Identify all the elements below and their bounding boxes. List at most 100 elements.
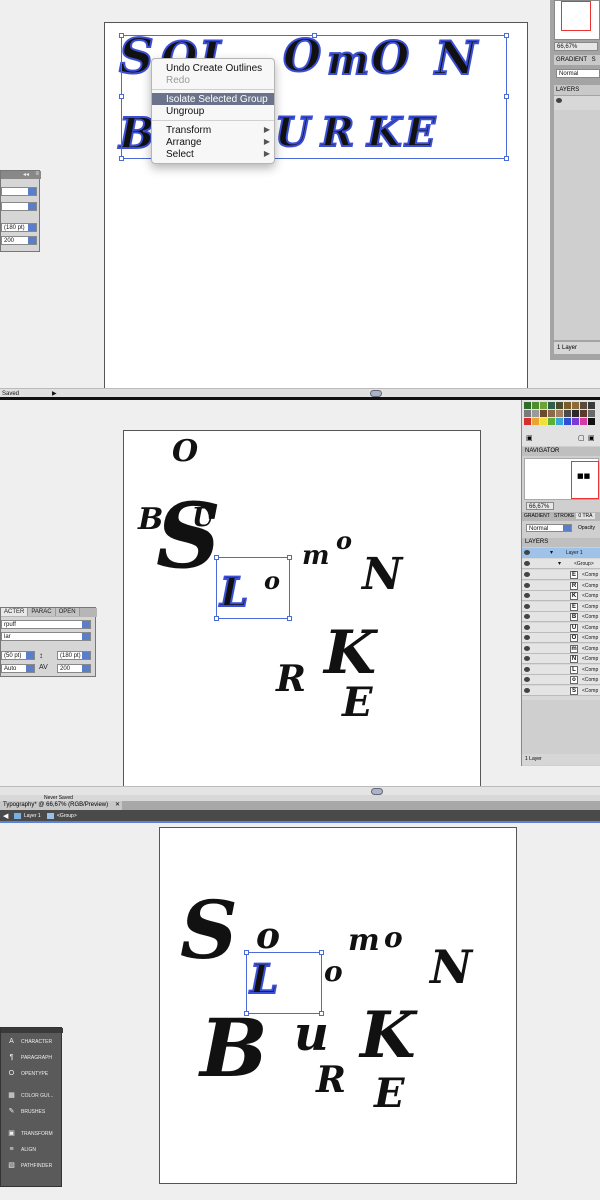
layer-row-compound-path[interactable]: U <Comp xyxy=(522,622,600,633)
breadcrumb-layer[interactable]: Layer 1 xyxy=(24,810,41,823)
layer-row-compound-path[interactable]: B <Comp xyxy=(522,612,600,622)
resize-handle[interactable] xyxy=(119,94,124,99)
menu-item-ungroup[interactable]: Ungroup xyxy=(152,105,274,117)
layer-row-compound-path[interactable]: K <Comp xyxy=(522,591,600,601)
back-arrow-icon[interactable]: ◀ xyxy=(3,810,8,823)
breadcrumb-group[interactable]: <Group> xyxy=(57,810,77,823)
eye-icon[interactable] xyxy=(524,582,530,588)
resize-handle[interactable] xyxy=(319,1011,324,1016)
resize-handle[interactable] xyxy=(504,33,509,38)
resize-handle[interactable] xyxy=(214,616,219,621)
chevron-down-icon[interactable] xyxy=(28,203,36,210)
swatch-grid[interactable] xyxy=(524,402,599,430)
layer-row-layer-1[interactable]: ▾ Layer 1 xyxy=(522,548,600,558)
eye-icon[interactable] xyxy=(524,666,530,672)
chevron-down-icon[interactable] xyxy=(82,633,90,640)
selection-bounding-box[interactable] xyxy=(244,950,324,1016)
tab-opentype[interactable]: OPEN xyxy=(55,608,80,616)
horizontal-scroll-thumb[interactable] xyxy=(371,788,383,795)
resize-handle[interactable] xyxy=(319,950,324,955)
blend-mode-field[interactable]: Normal xyxy=(526,524,572,532)
layer-row[interactable] xyxy=(554,96,600,110)
eye-icon[interactable] xyxy=(556,98,562,103)
chevron-down-icon[interactable] xyxy=(26,665,34,672)
layer-row-compound-path[interactable]: E <Comp xyxy=(522,570,600,580)
resize-handle[interactable] xyxy=(287,555,292,560)
kerning-field[interactable]: Auto xyxy=(1,664,35,673)
panel-button-color-guide[interactable]: ▦ COLOR GUI... xyxy=(5,1090,61,1102)
chevron-down-icon[interactable] xyxy=(563,525,571,531)
chevron-down-icon[interactable] xyxy=(82,652,90,659)
layer-row-compound-path[interactable]: o <Comp xyxy=(522,675,600,685)
panel-button-align[interactable]: ≡ ALIGN xyxy=(5,1144,61,1156)
resize-handle[interactable] xyxy=(244,1011,249,1016)
eye-icon[interactable] xyxy=(524,635,530,640)
panel-button-character[interactable]: A CHARACTER xyxy=(5,1036,61,1048)
chevron-down-icon[interactable] xyxy=(28,224,36,231)
layers-title[interactable]: LAYERS xyxy=(522,538,600,547)
close-icon[interactable]: ✕ xyxy=(115,801,120,810)
panel-button-transform[interactable]: ▣ TRANSFORM xyxy=(5,1128,61,1140)
tab-gradient[interactable]: GRADIENT xyxy=(522,513,552,519)
collapse-icon[interactable]: ◂◂ xyxy=(23,171,29,178)
eye-icon[interactable] xyxy=(524,593,530,598)
panel-menu-icon[interactable]: ≡ xyxy=(35,171,39,177)
panel-button-opentype[interactable]: O OPENTYPE xyxy=(5,1068,61,1080)
panel-button-brushes[interactable]: ✎ BRUSHES xyxy=(5,1106,61,1118)
menu-item-select[interactable]: Select ▶ xyxy=(152,148,274,160)
resize-handle[interactable] xyxy=(504,94,509,99)
navigator-title[interactable]: NAVIGATOR xyxy=(522,447,600,456)
panel-button-paragraph[interactable]: ¶ PARAGRAPH xyxy=(5,1052,61,1064)
tab-stroke[interactable]: STROKE xyxy=(552,513,577,519)
eye-icon[interactable] xyxy=(524,550,530,555)
panel-button-pathfinder[interactable]: ▧ PATHFINDER xyxy=(5,1160,61,1172)
tab-stroke[interactable]: S xyxy=(592,57,596,63)
delete-swatch-icon[interactable]: ▣ xyxy=(588,434,595,442)
layer-row-compound-path[interactable]: S <Comp xyxy=(522,685,600,696)
font-style-field[interactable]: lar xyxy=(1,632,91,641)
chevron-down-icon[interactable] xyxy=(82,621,90,628)
eye-icon[interactable] xyxy=(524,645,530,651)
resize-handle[interactable] xyxy=(287,616,292,621)
resize-handle[interactable] xyxy=(214,555,219,560)
font-family-field[interactable] xyxy=(1,187,37,196)
kerning-field[interactable]: 200 xyxy=(1,236,37,245)
layer-row-compound-path[interactable]: E <Comp xyxy=(522,601,600,612)
tab-gradient[interactable]: GRADIENT xyxy=(556,57,587,63)
eye-icon[interactable] xyxy=(524,561,530,566)
menu-item-transform[interactable]: Transform ▶ xyxy=(152,124,274,136)
navigator-view-box[interactable] xyxy=(561,1,591,31)
tab-paragraph[interactable]: PARAC xyxy=(28,608,56,616)
eye-icon[interactable] xyxy=(524,687,530,693)
swatch-library-icon[interactable]: ▣ xyxy=(526,434,533,442)
layers-title[interactable]: LAYERS xyxy=(554,85,600,95)
disclosure-triangle-icon[interactable]: ▾ xyxy=(550,548,553,558)
eye-icon[interactable] xyxy=(524,603,530,609)
font-family-field[interactable]: rpuff xyxy=(1,620,91,629)
eye-icon[interactable] xyxy=(524,677,530,682)
tracking-field[interactable]: 200 xyxy=(57,664,91,673)
document-tab[interactable]: Typography* @ 66,67% (RGB/Preview) ✕ xyxy=(0,801,122,810)
tab-character[interactable]: ACTER xyxy=(1,608,29,616)
resize-handle[interactable] xyxy=(312,33,317,38)
menu-item-arrange[interactable]: Arrange ▶ xyxy=(152,136,274,148)
menu-item-undo-create-outlines[interactable]: Undo Create Outlines xyxy=(152,62,274,74)
chevron-down-icon[interactable] xyxy=(28,188,36,195)
eye-icon[interactable] xyxy=(524,614,530,619)
layer-row-compound-path[interactable]: R <Comp xyxy=(522,580,600,591)
layer-row-compound-path[interactable]: m <Comp xyxy=(522,643,600,654)
layer-row-compound-path[interactable]: O <Comp xyxy=(522,633,600,643)
layer-row-compound-path[interactable]: N <Comp xyxy=(522,654,600,664)
chevron-down-icon[interactable] xyxy=(28,237,36,244)
resize-handle[interactable] xyxy=(504,156,509,161)
layer-row-compound-path[interactable]: L <Comp xyxy=(522,664,600,675)
eye-icon[interactable] xyxy=(524,624,530,630)
zoom-field[interactable]: 66,67% xyxy=(554,42,598,51)
zoom-field[interactable]: 66,67% xyxy=(526,502,554,510)
font-size-field[interactable]: (50 pt) xyxy=(1,651,35,660)
resize-handle[interactable] xyxy=(119,156,124,161)
tab-transparency[interactable]: 0 TRA xyxy=(576,513,595,519)
disclosure-triangle-icon[interactable]: ▾ xyxy=(558,559,561,569)
new-swatch-icon[interactable]: ▢ xyxy=(578,434,585,442)
menu-item-isolate-selected-group[interactable]: Isolate Selected Group xyxy=(152,93,274,105)
